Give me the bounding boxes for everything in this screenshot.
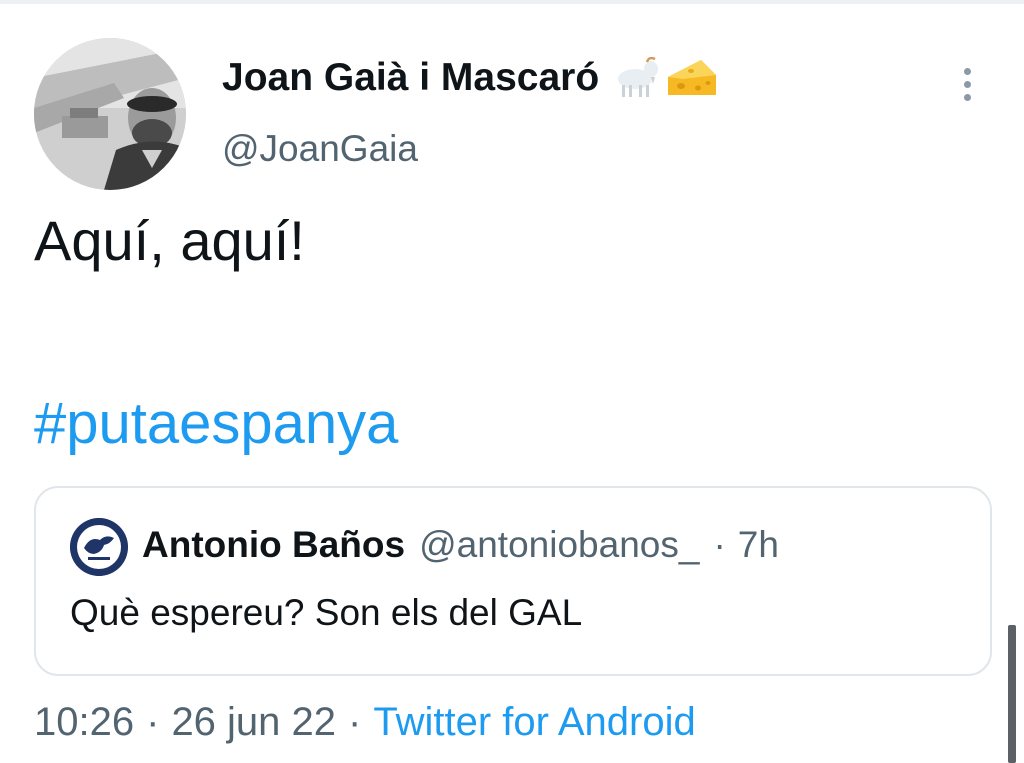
tweet-date[interactable]: 26 jun 22 (171, 700, 336, 745)
scrollbar-thumb[interactable] (1008, 625, 1016, 763)
author-name[interactable]: Joan Gaià i Mascaró (222, 56, 719, 100)
tweet-time[interactable]: 10:26 (34, 700, 134, 745)
quoted-text: Què espereu? Son els del GAL (70, 592, 583, 633)
tweet-metadata: 10:26 · 26 jun 22 · Twitter for Android (34, 700, 696, 745)
author-display-name[interactable]: Joan Gaià i Mascaró (222, 56, 599, 100)
tweet-detail-view: Joan Gaià i Mascaró @JoanGaia Aquí, aquí… (0, 0, 1024, 763)
quoted-separator: · (713, 524, 726, 565)
quoted-tweet-card[interactable]: Antonio Baños @antoniobanos_ · 7h Què es… (34, 486, 992, 676)
more-options-button[interactable] (952, 60, 982, 108)
meta-separator-2: · (348, 700, 362, 744)
cheese-emoji-icon (668, 60, 717, 95)
tweet-source-link[interactable]: Twitter for Android (373, 700, 695, 745)
hashtag-link[interactable]: #putaespanya (34, 390, 398, 457)
tweet-text: Aquí, aquí! (34, 209, 305, 272)
quoted-timestamp[interactable]: 7h (738, 524, 779, 566)
quoted-header: Antonio Baños @antoniobanos_ · 7h (142, 524, 779, 566)
goat-emoji-icon (618, 57, 659, 97)
author-emoji-group (611, 57, 719, 99)
author-handle[interactable]: @JoanGaia (222, 128, 418, 170)
more-vertical-icon-dot (963, 80, 971, 88)
meta-separator: · (146, 700, 160, 744)
quoted-display-name[interactable]: Antonio Baños (142, 524, 405, 566)
top-divider (0, 0, 1024, 4)
quoted-handle[interactable]: @antoniobanos_ (419, 524, 699, 566)
more-vertical-icon-dot (963, 93, 971, 101)
quoted-author-avatar[interactable] (70, 518, 128, 576)
author-avatar[interactable] (34, 38, 186, 190)
more-vertical-icon (963, 67, 971, 75)
